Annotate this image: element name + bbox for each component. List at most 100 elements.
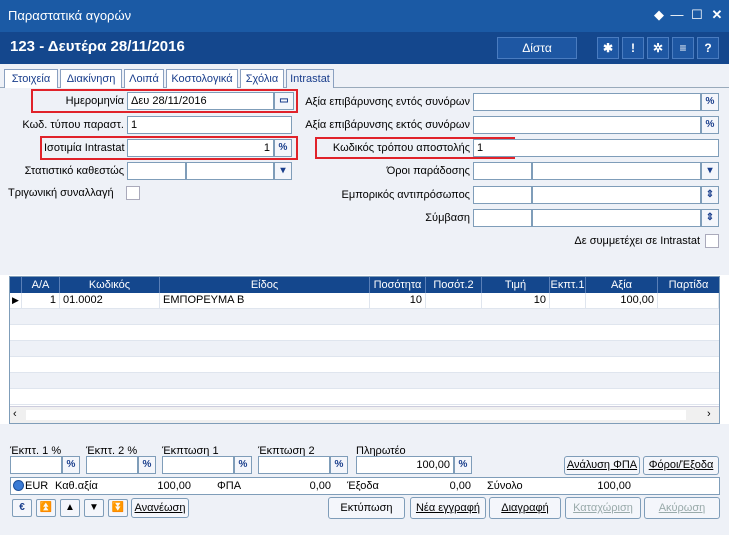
- calendar-icon[interactable]: ▭: [274, 92, 294, 110]
- percent-icon[interactable]: %: [454, 456, 472, 474]
- scroll-track[interactable]: [26, 410, 686, 420]
- previous-record-icon[interactable]: ▲: [60, 499, 80, 517]
- tab-sxolia[interactable]: Σχόλια: [240, 69, 284, 88]
- disc2-field[interactable]: [258, 456, 330, 474]
- save-button[interactable]: Καταχώριση: [565, 497, 641, 519]
- cancel-button[interactable]: Ακύρωση: [644, 497, 720, 519]
- currency-button[interactable]: Δίστα: [497, 37, 577, 59]
- charge-outside-field[interactable]: [473, 116, 701, 134]
- percent-icon[interactable]: %: [701, 116, 719, 134]
- tab-diakinisi[interactable]: Διακίνηση: [60, 69, 122, 88]
- minimize-icon[interactable]: —: [668, 6, 686, 24]
- col-qty[interactable]: Ποσότητα: [370, 277, 426, 293]
- cell-qty[interactable]: 10: [370, 293, 426, 309]
- taxes-button[interactable]: Φόροι/Έξοδα: [643, 456, 719, 475]
- cell-aa[interactable]: 1: [22, 293, 60, 309]
- scroll-right-icon[interactable]: ›: [707, 408, 711, 420]
- info-icon[interactable]: !: [622, 37, 644, 59]
- percent-icon[interactable]: %: [62, 456, 80, 474]
- cell-code[interactable]: 01.0002: [60, 293, 160, 309]
- disc2-pct-field[interactable]: [86, 456, 138, 474]
- chevron-down-icon[interactable]: ▾: [274, 162, 292, 180]
- tab-stoixeia[interactable]: Στοιχεία: [4, 69, 58, 88]
- empty-row[interactable]: [10, 325, 719, 341]
- delivery-terms-code[interactable]: [473, 162, 532, 180]
- cell-item[interactable]: ΕΜΠΟΡΕΥΜΑ Β: [160, 293, 370, 309]
- not-in-intrastat-label: Δε συμμετέχει σε Intrastat: [574, 235, 700, 247]
- payable-field[interactable]: 100,00: [356, 456, 454, 474]
- contract-code[interactable]: [473, 209, 532, 227]
- empty-row[interactable]: [10, 341, 719, 357]
- not-in-intrastat-checkbox[interactable]: [705, 234, 719, 248]
- percent-icon[interactable]: %: [701, 93, 719, 111]
- settings-icon[interactable]: ✱: [597, 37, 619, 59]
- percent-icon[interactable]: %: [274, 139, 292, 157]
- col-disc1[interactable]: Εκπτ.1: [550, 277, 586, 293]
- last-record-icon[interactable]: ⏬: [108, 499, 128, 517]
- cell-lot[interactable]: [658, 293, 719, 309]
- print-button[interactable]: Εκτύπωση: [328, 497, 405, 519]
- col-price[interactable]: Τιμή: [482, 277, 550, 293]
- triangular-checkbox[interactable]: [126, 186, 140, 200]
- delivery-terms-label: Όροι παράδοσης: [386, 165, 470, 177]
- triangular-label: Τριγωνική συναλλαγή: [8, 187, 114, 199]
- delivery-terms-select[interactable]: [532, 162, 701, 180]
- disc1-field[interactable]: [162, 456, 234, 474]
- menu-icon[interactable]: ≡: [672, 37, 694, 59]
- doc-type-field[interactable]: 1: [127, 116, 292, 134]
- cell-disc1[interactable]: [550, 293, 586, 309]
- chevron-updown-icon[interactable]: ⇕: [701, 209, 719, 227]
- empty-row[interactable]: [10, 357, 719, 373]
- empty-row[interactable]: [10, 373, 719, 389]
- disc1-pct-field[interactable]: [10, 456, 62, 474]
- first-record-icon[interactable]: ⏫: [36, 499, 56, 517]
- horizontal-scrollbar[interactable]: ‹ ›: [10, 406, 719, 423]
- pin-icon[interactable]: ◆: [650, 6, 668, 24]
- percent-icon[interactable]: %: [234, 456, 252, 474]
- col-qty2[interactable]: Ποσότ.2: [426, 277, 482, 293]
- stat-regime-select[interactable]: [186, 162, 274, 180]
- tab-intrastat[interactable]: Intrastat: [286, 69, 334, 88]
- agent-select[interactable]: [532, 186, 701, 204]
- empty-row[interactable]: [10, 309, 719, 325]
- chevron-updown-icon[interactable]: ⇕: [701, 186, 719, 204]
- refresh-button[interactable]: Ανανέωση: [131, 498, 189, 518]
- empty-row[interactable]: [10, 389, 719, 405]
- charge-inside-field[interactable]: [473, 93, 701, 111]
- percent-icon[interactable]: %: [330, 456, 348, 474]
- close-icon[interactable]: ✕: [708, 6, 726, 24]
- help-icon[interactable]: ?: [697, 37, 719, 59]
- col-item[interactable]: Είδος: [160, 277, 370, 293]
- col-code[interactable]: Κωδικός: [60, 277, 160, 293]
- date-field[interactable]: Δευ 28/11/2016: [127, 92, 274, 110]
- vat-label: ΦΠΑ: [217, 480, 242, 492]
- items-grid: Α/Α Κωδικός Είδος Ποσότητα Ποσότ.2 Τιμή …: [9, 276, 720, 424]
- scroll-left-icon[interactable]: ‹: [13, 408, 17, 420]
- new-record-button[interactable]: Νέα εγγραφή: [410, 497, 486, 519]
- stat-regime-code[interactable]: [127, 162, 186, 180]
- maximize-icon[interactable]: ☐: [688, 6, 706, 24]
- cell-price[interactable]: 10: [482, 293, 550, 309]
- document-title: 123 - Δευτέρα 28/11/2016: [10, 38, 185, 55]
- col-lot[interactable]: Παρτίδα: [658, 277, 719, 293]
- delete-button[interactable]: Διαγραφή: [489, 497, 561, 519]
- agent-code[interactable]: [473, 186, 532, 204]
- percent-icon[interactable]: %: [138, 456, 156, 474]
- cell-qty2[interactable]: [426, 293, 482, 309]
- expenses-label: Έξοδα: [347, 480, 379, 492]
- cell-value[interactable]: 100,00: [586, 293, 658, 309]
- chevron-down-icon[interactable]: ▾: [701, 162, 719, 180]
- table-row[interactable]: ▶ 1 01.0002 ΕΜΠΟΡΕΥΜΑ Β 10 10 100,00: [10, 293, 719, 309]
- col-value[interactable]: Αξία: [586, 277, 658, 293]
- tab-kostologika[interactable]: Κοστολογικά: [166, 69, 238, 88]
- vat-analysis-button[interactable]: Ανάλυση ΦΠΑ: [564, 456, 640, 475]
- gear-icon[interactable]: ✲: [647, 37, 669, 59]
- intrastat-parity-field[interactable]: 1: [127, 139, 274, 157]
- euro-button[interactable]: €: [12, 499, 32, 517]
- shipping-code-field[interactable]: 1: [473, 139, 719, 157]
- col-aa[interactable]: Α/Α: [22, 277, 60, 293]
- contract-select[interactable]: [532, 209, 701, 227]
- tab-loipa[interactable]: Λοιπά: [124, 69, 164, 88]
- next-record-icon[interactable]: ▼: [84, 499, 104, 517]
- globe-icon: [13, 480, 24, 491]
